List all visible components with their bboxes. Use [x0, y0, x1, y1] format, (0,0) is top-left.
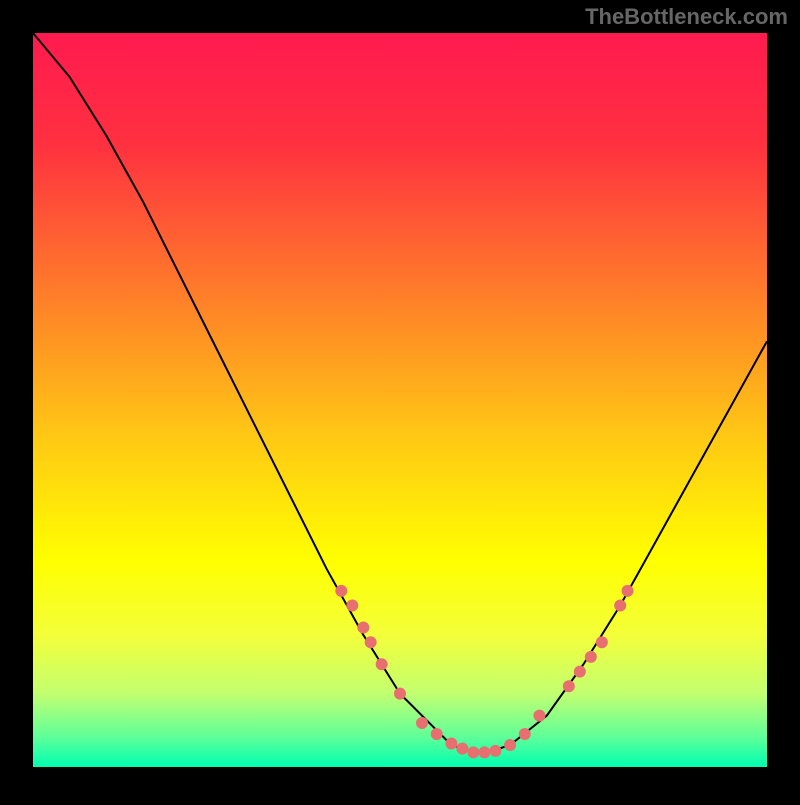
chart-container	[0, 0, 800, 800]
marker-point	[504, 739, 516, 751]
marker-point	[489, 745, 501, 757]
marker-point	[416, 717, 428, 729]
watermark-text: TheBottleneck.com	[585, 4, 788, 30]
marker-point	[431, 728, 443, 740]
marker-point	[467, 746, 479, 758]
marker-point	[596, 636, 608, 648]
chart-gradient-bg	[33, 33, 767, 767]
bottleneck-chart	[0, 0, 800, 800]
marker-point	[563, 680, 575, 692]
marker-point	[376, 658, 388, 670]
marker-point	[365, 636, 377, 648]
marker-point	[519, 728, 531, 740]
marker-point	[533, 710, 545, 722]
marker-point	[445, 738, 457, 750]
marker-point	[335, 585, 347, 597]
marker-point	[622, 585, 634, 597]
marker-point	[394, 688, 406, 700]
marker-point	[478, 746, 490, 758]
marker-point	[456, 743, 468, 755]
marker-point	[346, 600, 358, 612]
marker-point	[357, 622, 369, 634]
marker-point	[574, 666, 586, 678]
marker-point	[614, 600, 626, 612]
marker-point	[585, 651, 597, 663]
